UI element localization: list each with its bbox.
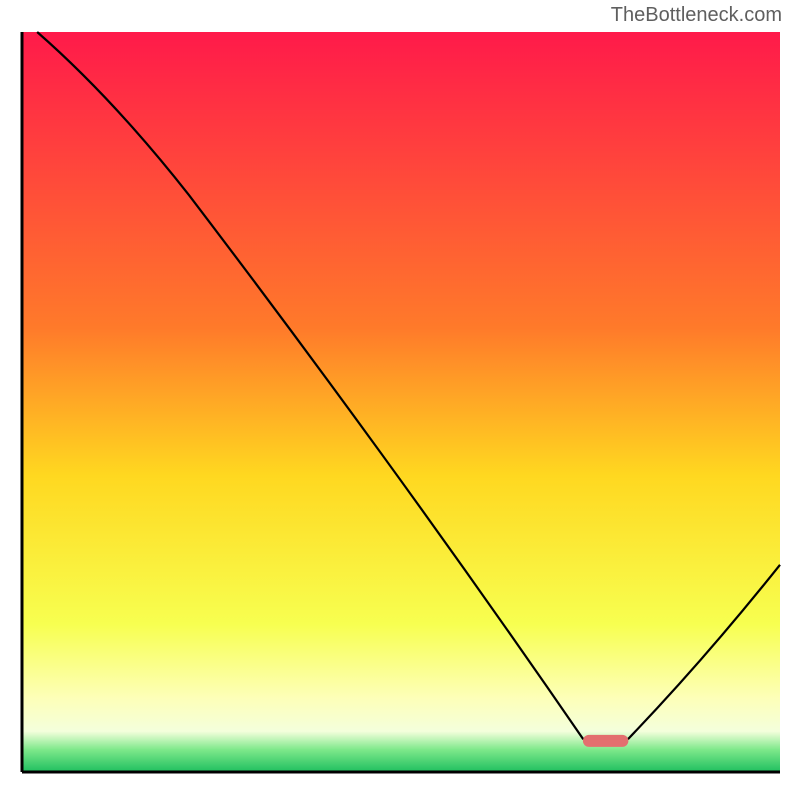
bottleneck-chart bbox=[0, 0, 800, 800]
optimal-range-marker bbox=[583, 735, 628, 747]
watermark-text: TheBottleneck.com bbox=[611, 4, 782, 27]
gradient-background bbox=[22, 32, 780, 772]
